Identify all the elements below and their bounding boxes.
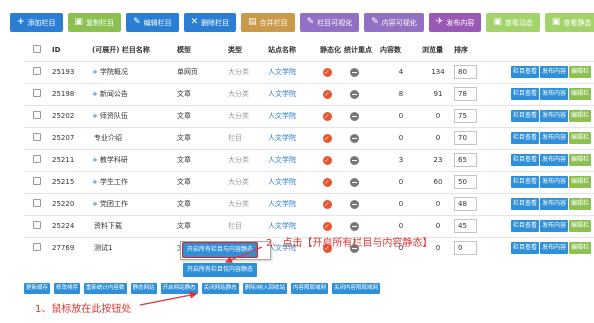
arrow-to-button [139,291,198,306]
page: { "toolbar": { "add": {"icon": "+", "lab… [0,0,594,323]
annotation-arrows [139,246,263,306]
arrow-to-popup [224,246,263,264]
annotation-step2: 2、点击【开启所有栏目与内容静态】 [266,238,433,249]
annotation-step1: 1、鼠标放在此按钮处 [35,304,132,315]
